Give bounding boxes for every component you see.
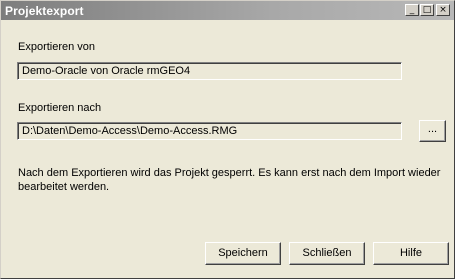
browse-button[interactable]: ... bbox=[419, 120, 446, 142]
minimize-icon: _ bbox=[409, 5, 415, 15]
projektexport-dialog: Projektexport _ □ × Exportieren von Demo… bbox=[0, 0, 455, 279]
source-field: Demo-Oracle von Oracle rmGEO4 bbox=[17, 62, 402, 80]
maximize-button[interactable]: □ bbox=[420, 4, 434, 16]
target-label: Exportieren nach bbox=[18, 102, 102, 114]
target-path-field[interactable]: D:\Daten\Demo-Access\Demo-Access.RMG bbox=[17, 122, 402, 140]
source-label: Exportieren von bbox=[18, 41, 96, 53]
window-title: Projektexport bbox=[5, 4, 84, 18]
title-bar[interactable]: Projektexport _ □ × bbox=[1, 1, 454, 20]
help-button[interactable]: Hilfe bbox=[373, 242, 449, 265]
lock-info-message: Nach dem Exportieren wird das Projekt ge… bbox=[18, 167, 441, 193]
minimize-button[interactable]: _ bbox=[405, 4, 419, 16]
close-icon: × bbox=[439, 5, 447, 15]
maximize-icon: □ bbox=[422, 5, 432, 15]
save-button[interactable]: Speichern bbox=[205, 242, 281, 265]
close-window-button[interactable]: × bbox=[436, 4, 450, 16]
close-button[interactable]: Schließen bbox=[289, 242, 365, 265]
